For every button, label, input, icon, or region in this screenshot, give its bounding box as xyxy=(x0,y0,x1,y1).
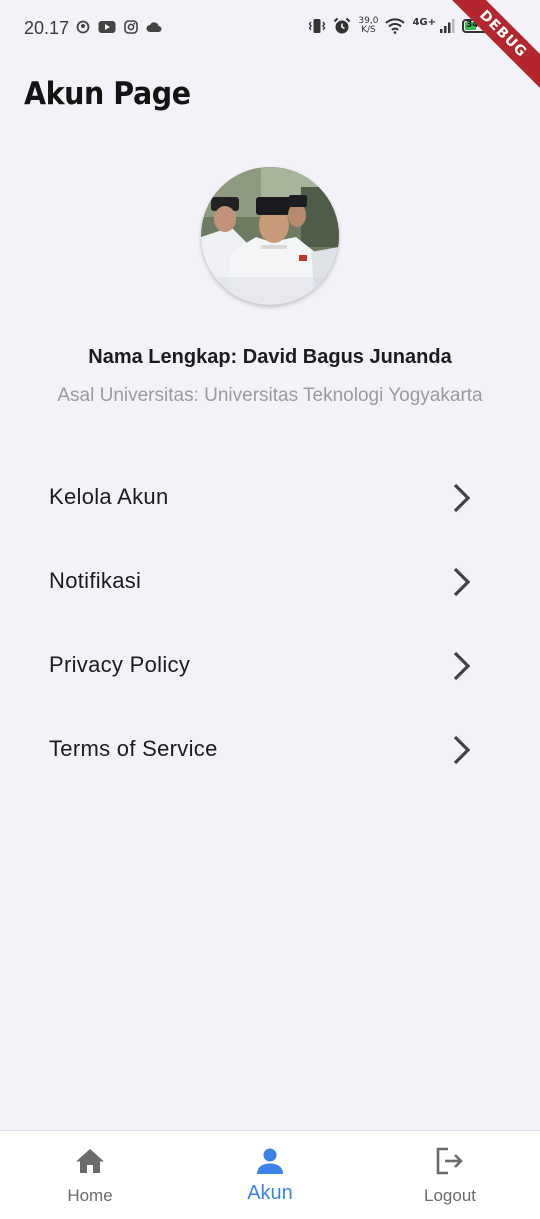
network-speed-unit: K/S xyxy=(361,25,376,35)
debug-banner: DEBUG xyxy=(441,0,540,96)
signal-icon xyxy=(440,19,455,33)
app-notification-icon xyxy=(76,20,90,34)
nav-item-label: Akun xyxy=(247,1182,293,1204)
nav-item-home[interactable]: Home xyxy=(0,1131,180,1219)
page-title: Akun Page xyxy=(24,76,191,112)
status-system-icons: 39,0 K/S 4G+ 34 xyxy=(308,17,492,35)
menu-item-privacy-policy[interactable]: Privacy Policy xyxy=(0,624,540,708)
wifi-icon xyxy=(385,18,406,34)
menu-item-label: Privacy Policy xyxy=(49,652,191,677)
account-menu-list: Kelola Akun Notifikasi Privacy Policy Te… xyxy=(0,456,540,792)
chevron-right-icon xyxy=(453,651,471,681)
menu-item-label: Terms of Service xyxy=(49,736,218,761)
menu-item-kelola-akun[interactable]: Kelola Akun xyxy=(0,456,540,540)
nav-item-logout[interactable]: Logout xyxy=(360,1131,540,1219)
chevron-right-icon xyxy=(453,483,471,513)
chevron-right-icon xyxy=(453,567,471,597)
nav-item-akun[interactable]: Akun xyxy=(180,1131,360,1219)
menu-item-label: Notifikasi xyxy=(49,568,142,593)
status-notification-icons xyxy=(76,20,162,34)
youtube-icon xyxy=(98,21,116,33)
person-icon xyxy=(257,1148,283,1174)
bottom-navigation-bar: Home Akun Logout xyxy=(0,1130,540,1219)
home-icon xyxy=(76,1149,104,1173)
status-bar: 20.17 39,0 K/S 4G+ 34 DEBUG xyxy=(0,0,540,96)
alarm-icon xyxy=(334,17,351,34)
profile-name: Nama Lengkap: David Bagus Junanda xyxy=(88,346,452,368)
nav-item-label: Logout xyxy=(424,1186,476,1205)
vibrate-icon xyxy=(309,19,326,33)
network-speed: 39,0 K/S xyxy=(358,17,378,35)
avatar xyxy=(201,167,339,305)
profile-university: Asal Universitas: Universitas Teknologi … xyxy=(57,385,483,406)
menu-item-terms-of-service[interactable]: Terms of Service xyxy=(0,708,540,792)
chevron-right-icon xyxy=(453,735,471,765)
menu-item-label: Kelola Akun xyxy=(49,484,169,509)
cloud-icon xyxy=(146,22,162,32)
status-time: 20.17 xyxy=(24,18,70,38)
nav-item-label: Home xyxy=(67,1186,113,1205)
menu-item-notifikasi[interactable]: Notifikasi xyxy=(0,540,540,624)
instagram-icon xyxy=(124,20,138,34)
logout-icon xyxy=(436,1147,463,1175)
profile-photo xyxy=(201,167,339,305)
network-type: 4G+ xyxy=(412,16,436,28)
